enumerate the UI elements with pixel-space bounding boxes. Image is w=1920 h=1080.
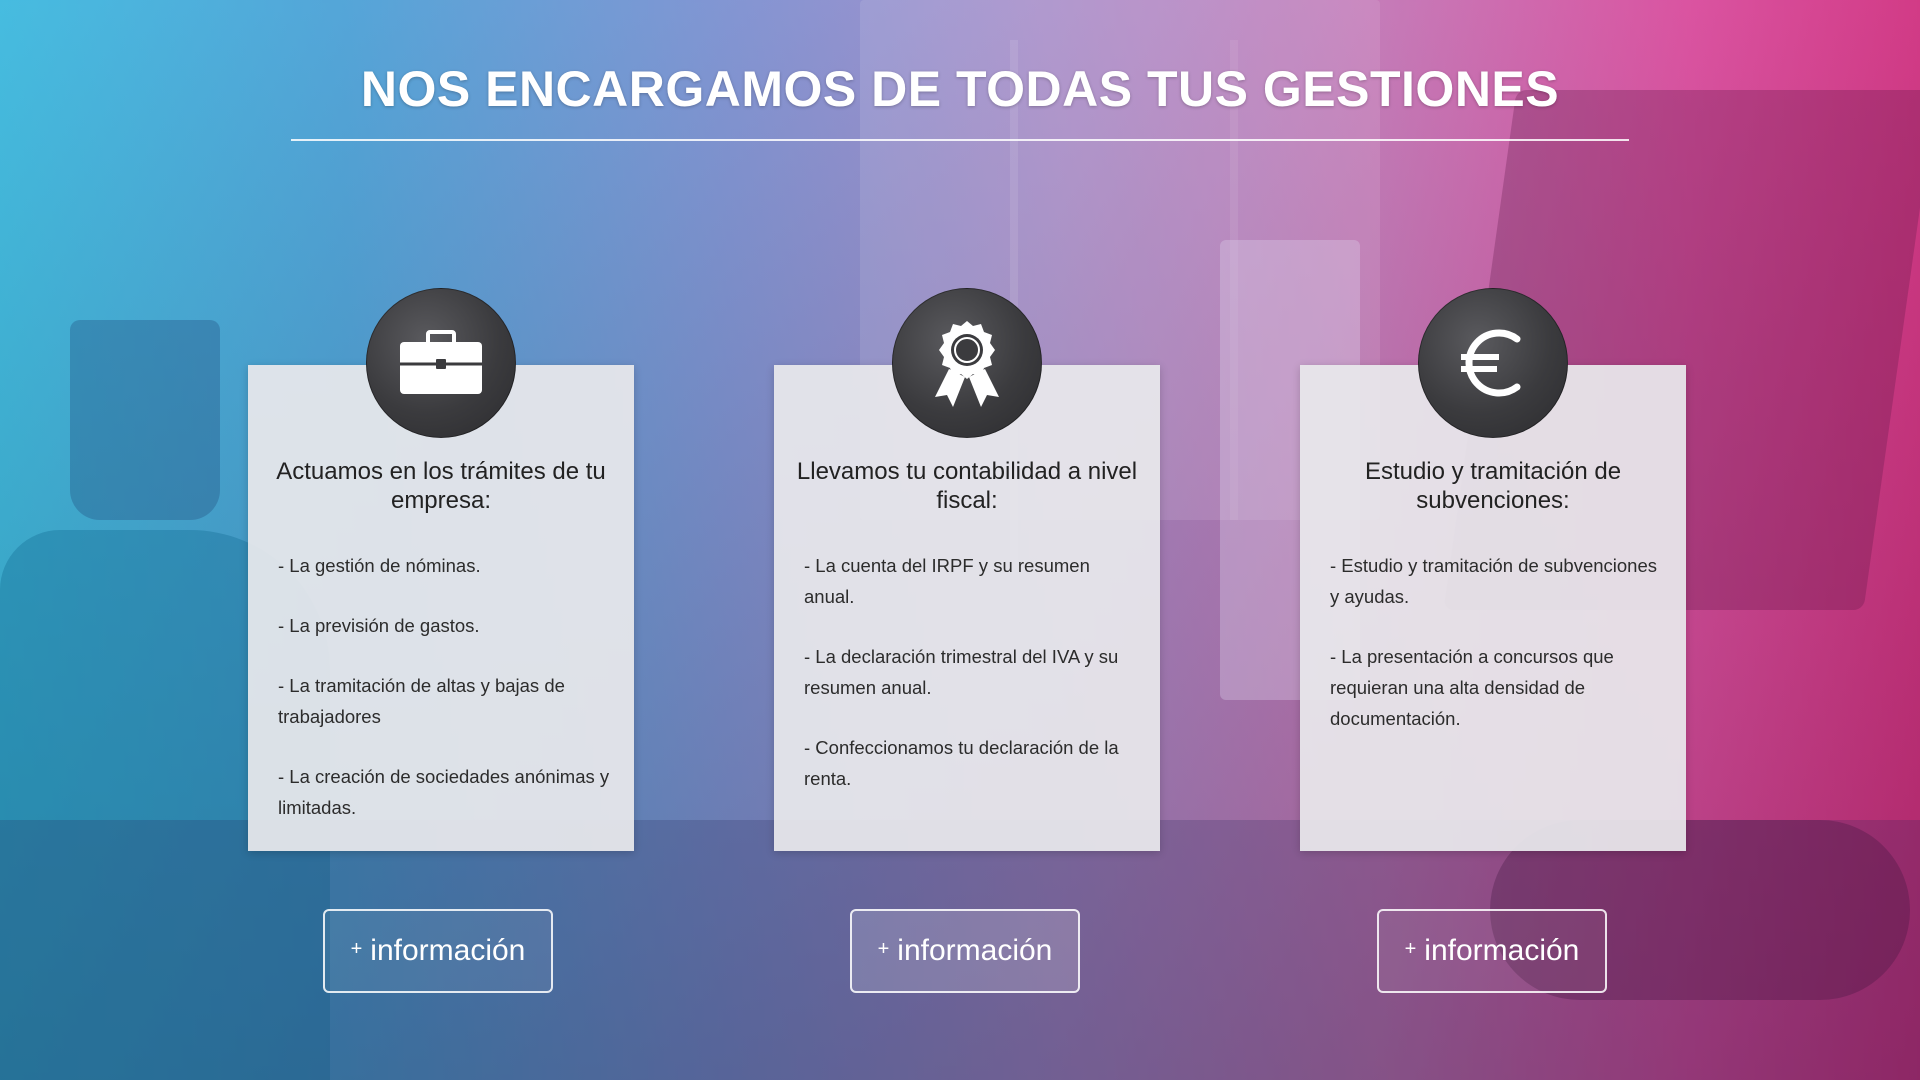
title-divider: [291, 139, 1629, 141]
list-item: - La cuenta del IRPF y su resumen anual.: [804, 555, 1090, 607]
service-card-empresa: Actuamos en los trámites de tu empresa: …: [248, 288, 634, 852]
briefcase-icon: [366, 288, 516, 438]
list-item: - La declaración trimestral del IVA y su…: [804, 646, 1119, 698]
list-item: - La tramitación de altas y bajas de tra…: [278, 675, 565, 727]
more-info-button-empresa[interactable]: + información: [323, 909, 553, 993]
button-label: información: [897, 934, 1053, 967]
list-item: - Confeccionamos tu declaración de la re…: [804, 737, 1119, 789]
list-item: - La previsión de gastos.: [278, 615, 480, 636]
list-item: - La gestión de nóminas.: [278, 555, 481, 576]
card-item-list: - La cuenta del IRPF y su resumen anual.…: [804, 550, 1138, 823]
plus-icon: +: [877, 937, 890, 960]
list-item: - Estudio y tramitación de subvenciones …: [1330, 555, 1658, 607]
list-item: - La presentación a concursos que requie…: [1330, 646, 1614, 729]
button-label: información: [370, 934, 526, 967]
card-heading: Estudio y tramitación de subvenciones:: [1364, 458, 1622, 514]
card-item-list: - La gestión de nóminas. - La previsión …: [278, 550, 612, 852]
euro-icon: [1418, 288, 1568, 438]
service-card-subvenciones: Estudio y tramitación de subvenciones: -…: [1300, 288, 1686, 851]
plus-icon: +: [350, 937, 363, 960]
list-item: - La creación de sociedades anónimas y l…: [278, 766, 610, 818]
button-label: información: [1424, 934, 1580, 967]
award-ribbon-icon: [892, 288, 1042, 438]
card-heading: Actuamos en los trámites de tu empresa:: [276, 458, 606, 514]
service-card-contabilidad: Llevamos tu contabilidad a nivel fiscal:…: [774, 288, 1160, 851]
card-item-list: - Estudio y tramitación de subvenciones …: [1330, 550, 1664, 763]
plus-icon: +: [1404, 937, 1417, 960]
more-info-button-subvenciones[interactable]: + información: [1377, 909, 1607, 993]
more-info-button-contabilidad[interactable]: + información: [850, 909, 1080, 993]
card-heading: Llevamos tu contabilidad a nivel fiscal:: [796, 458, 1138, 514]
page-title: NOS ENCARGAMOS DE TODAS TUS GESTIONES: [360, 61, 1560, 117]
